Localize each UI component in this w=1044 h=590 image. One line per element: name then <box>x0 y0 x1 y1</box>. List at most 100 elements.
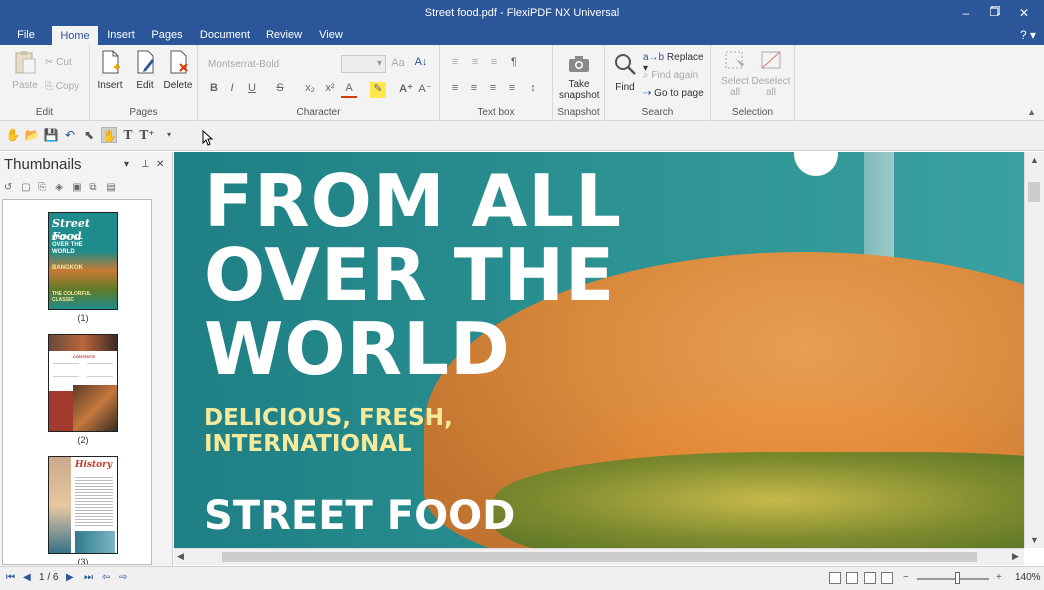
thumb1-line-1: FROM ALL <box>52 235 83 241</box>
facing-pages-view-icon[interactable] <box>846 572 858 584</box>
zoom-in-icon[interactable]: + <box>996 572 1002 583</box>
copy-button[interactable]: ⎘ Copy <box>45 81 79 92</box>
zoom-slider-thumb[interactable] <box>954 572 960 584</box>
font-size-toggle-icon[interactable]: Aa <box>390 57 406 73</box>
single-page-view-icon[interactable] <box>829 572 841 584</box>
shrink-font-icon[interactable]: A⁻ <box>417 82 433 98</box>
text-tool-icon[interactable]: T <box>120 127 136 143</box>
tab-review[interactable]: Review <box>262 26 306 45</box>
extract-icon[interactable]: ⎘ <box>38 182 49 194</box>
thumb1-line-2: OVER THE <box>52 242 83 248</box>
open-folder-icon[interactable]: 📂 <box>24 127 40 143</box>
find-button[interactable]: Find <box>605 51 645 93</box>
headline-line-2: OVER THE <box>204 233 616 317</box>
restore-button[interactable] <box>984 4 1006 22</box>
grow-font-icon[interactable]: A⁺ <box>398 82 414 98</box>
justify-icon[interactable]: ≡ <box>504 82 520 98</box>
document-vertical-scrollbar[interactable]: ▲ ▼ <box>1024 152 1044 548</box>
page-indicator[interactable]: 1 / 6 <box>39 572 58 583</box>
underline-icon[interactable]: U <box>244 82 260 98</box>
tab-insert[interactable]: Insert <box>102 26 140 45</box>
select-all-button[interactable]: Select all <box>715 49 755 98</box>
doc-scroll-right-icon[interactable]: ▶ <box>1012 551 1019 562</box>
insert-icon[interactable]: ▣ <box>72 182 83 194</box>
tab-pages[interactable]: Pages <box>148 26 186 45</box>
thumbnail-page-3[interactable]: History <box>48 456 118 554</box>
deselect-all-button[interactable]: Deselect all <box>751 49 791 98</box>
subscript-icon[interactable]: x₂ <box>302 82 318 98</box>
tab-document[interactable]: Document <box>196 26 254 45</box>
take-snapshot-button[interactable]: Take snapshot <box>559 54 600 101</box>
doc-horizontal-scroll-thumb[interactable] <box>222 552 977 562</box>
add-text-icon[interactable]: T⁺ <box>139 127 155 143</box>
dropdown-arrow-icon: ▾ <box>376 58 382 69</box>
font-color-icon[interactable]: A <box>341 82 357 98</box>
tab-view[interactable]: View <box>313 26 349 45</box>
align-right-icon[interactable]: ≡ <box>485 82 501 98</box>
line-spacing-icon[interactable]: ↕ <box>525 82 541 98</box>
duplicate-icon[interactable]: ⧉ <box>89 182 100 194</box>
pane-options-icon[interactable]: ▾ <box>124 159 129 170</box>
thumbnail-page-1[interactable]: Street Food FROM ALL OVER THE WORLD BANG… <box>48 212 118 310</box>
column-layout-3-icon[interactable]: ≡ <box>486 56 502 72</box>
insert-page-button[interactable]: Insert <box>90 49 130 91</box>
deselect-all-icon <box>761 51 781 69</box>
align-center-icon[interactable]: ≡ <box>466 82 482 98</box>
last-page-icon[interactable]: ⏭ <box>84 572 93 583</box>
bold-icon[interactable]: B <box>206 82 222 98</box>
remove-icon[interactable]: ▤ <box>106 182 117 194</box>
forward-view-icon[interactable]: ⇨ <box>119 572 127 583</box>
paste-button[interactable]: Paste <box>5 49 45 91</box>
document-horizontal-scrollbar[interactable]: ◀ ▶ <box>174 548 1024 565</box>
undo-icon[interactable]: ↶ <box>62 127 78 143</box>
doc-scroll-left-icon[interactable]: ◀ <box>177 551 184 562</box>
highlight-icon[interactable]: ✎ <box>370 82 386 98</box>
cut-button[interactable]: ✂ Cut <box>45 57 72 68</box>
delete-page-button[interactable]: Delete <box>158 49 198 91</box>
back-view-icon[interactable]: ⇦ <box>102 572 110 583</box>
thumb2-food-image <box>73 385 117 431</box>
continuous-view-icon[interactable] <box>864 572 876 584</box>
doc-vertical-scroll-thumb[interactable] <box>1028 182 1040 202</box>
strikethrough-icon[interactable]: S <box>272 82 288 98</box>
next-page-icon[interactable]: ▶ <box>66 572 74 583</box>
font-size-field[interactable]: ▾ <box>341 55 386 73</box>
save-icon[interactable]: 💾 <box>43 127 59 143</box>
find-again-button[interactable]: ⌕ Find again <box>643 70 698 81</box>
italic-icon[interactable]: I <box>224 82 240 98</box>
first-page-icon[interactable]: ⏮ <box>6 572 15 583</box>
column-layout-2-icon[interactable]: ≡ <box>467 56 483 72</box>
close-button[interactable]: ✕ <box>1013 4 1035 22</box>
hand-tool-icon[interactable]: ✋ <box>5 127 21 143</box>
zoom-slider[interactable] <box>917 578 989 580</box>
zoom-out-icon[interactable]: − <box>903 572 909 583</box>
select-all-label-2: all <box>729 87 740 98</box>
align-left-icon[interactable]: ≡ <box>447 82 463 98</box>
doc-scroll-up-icon[interactable]: ▲ <box>1030 155 1039 165</box>
rotate-icon[interactable]: ↺ <box>4 182 15 194</box>
paragraph-icon[interactable]: ¶ <box>506 56 522 72</box>
text-direction-icon[interactable]: A↓ <box>413 56 429 72</box>
tab-file[interactable]: File <box>8 26 44 45</box>
pin-icon[interactable]: ⊥ <box>141 159 150 170</box>
minimize-button[interactable]: – <box>955 4 977 22</box>
continuous-facing-view-icon[interactable] <box>881 572 893 584</box>
thumbnail-page-2[interactable]: CONTENTS <box>48 334 118 432</box>
page-icon[interactable]: ▢ <box>21 182 32 194</box>
customize-toolbar-icon[interactable]: ▾ <box>161 127 177 143</box>
selection-group-label: Selection <box>731 107 774 118</box>
replace-icon: a→b <box>643 52 667 63</box>
help-button[interactable]: ? ▾ <box>1020 28 1036 42</box>
collapse-ribbon-icon[interactable]: ▲ <box>1027 107 1036 117</box>
previous-page-icon[interactable]: ◀ <box>23 572 31 583</box>
superscript-icon[interactable]: x² <box>322 82 338 98</box>
go-to-page-button[interactable]: ⇢ Go to page <box>643 88 704 99</box>
select-arrow-icon[interactable]: ⬉ <box>81 127 97 143</box>
column-layout-1-icon[interactable]: ≡ <box>447 56 463 72</box>
font-name-field[interactable]: Montserrat-Bold <box>208 59 279 70</box>
tab-home[interactable]: Home <box>52 26 98 45</box>
close-pane-icon[interactable]: ✕ <box>156 159 164 170</box>
doc-scroll-down-icon[interactable]: ▼ <box>1030 535 1039 545</box>
layers-icon[interactable]: ◈ <box>55 182 66 194</box>
pan-tool-icon[interactable]: ✋ <box>101 127 117 143</box>
